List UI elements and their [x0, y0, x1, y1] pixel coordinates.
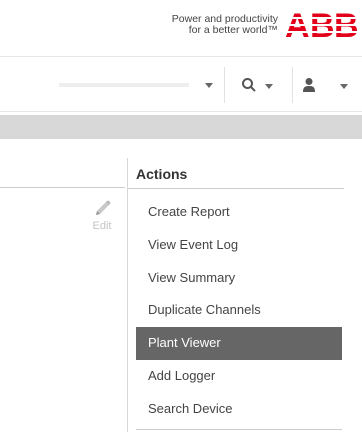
tagline-line-2: for a better world™ — [188, 24, 278, 36]
logo-stripe — [285, 24, 359, 26]
abb-logo: A B B — [285, 7, 359, 45]
logo-letter-a: A — [285, 7, 310, 45]
action-item-view-event-log[interactable]: View Event Log — [136, 229, 342, 262]
action-item-plant-viewer[interactable]: Plant Viewer — [136, 327, 342, 360]
main-content: Edit Actions Create Report View Event Log… — [0, 139, 362, 432]
actions-title: Actions — [136, 166, 188, 182]
user-menu-button[interactable] — [300, 71, 356, 99]
edit-label: Edit — [92, 220, 112, 232]
pencil-icon — [96, 200, 111, 215]
selector-value — [59, 83, 189, 87]
action-item-create-report[interactable]: Create Report — [136, 196, 342, 229]
brand-tagline: Power and productivity for a better worl… — [172, 14, 278, 36]
actions-panel: Actions Create Report View Event Log View … — [127, 158, 344, 432]
selector-dropdown[interactable] — [55, 71, 215, 99]
left-table-header — [0, 158, 125, 188]
logo-stripe — [285, 31, 359, 33]
sub-header-band — [0, 115, 362, 139]
chevron-down-icon — [340, 84, 348, 89]
action-item-view-summary[interactable]: View Summary — [136, 262, 342, 295]
chevron-down-icon — [205, 83, 213, 88]
action-item-add-logger[interactable]: Add Logger — [136, 360, 342, 393]
logo-stripe — [285, 17, 359, 19]
actions-list: Create Report View Event Log View Summary D… — [136, 196, 342, 426]
search-icon — [242, 78, 256, 92]
edit-button[interactable]: Edit — [86, 199, 118, 237]
chevron-down-icon — [265, 84, 273, 89]
toolbar-divider — [292, 67, 293, 103]
logo-letter-b: B — [334, 7, 359, 45]
brand-header: Power and productivity for a better worl… — [0, 0, 362, 56]
search-button[interactable] — [235, 71, 285, 99]
actions-bottom-divider — [136, 429, 342, 430]
action-item-search-device[interactable]: Search Device — [136, 393, 342, 426]
top-toolbar — [0, 56, 362, 112]
logo-letter-b: B — [310, 7, 335, 45]
actions-divider — [128, 188, 344, 189]
action-item-duplicate-channels[interactable]: Duplicate Channels — [136, 294, 342, 327]
user-icon — [303, 78, 315, 92]
toolbar-divider — [224, 67, 225, 103]
